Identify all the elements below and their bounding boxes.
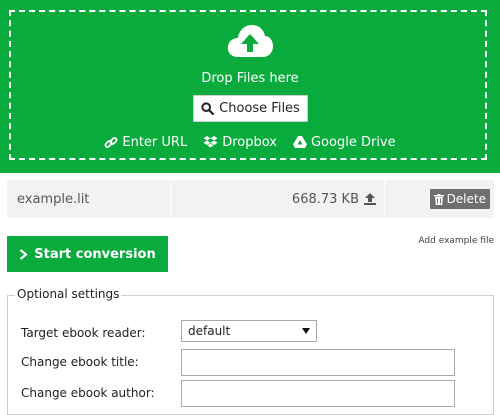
google-drive-link[interactable]: Google Drive bbox=[292, 135, 396, 150]
file-row: example.lit 668.73 KB Delete bbox=[7, 180, 494, 218]
dropbox-label: Dropbox bbox=[222, 135, 277, 150]
enter-url-link[interactable]: Enter URL bbox=[104, 135, 187, 150]
optional-settings-fieldset: Optional settings Target ebook reader: d… bbox=[7, 287, 494, 415]
upload-dropzone[interactable]: Drop Files here Choose Files Enter URL D… bbox=[0, 0, 500, 173]
google-drive-icon bbox=[292, 136, 307, 148]
dropdown-arrow-icon bbox=[302, 328, 310, 334]
author-label: Change ebook author: bbox=[21, 386, 155, 400]
dropbox-link[interactable]: Dropbox bbox=[203, 135, 277, 150]
target-reader-select[interactable]: default bbox=[181, 320, 317, 342]
target-reader-label: Target ebook reader: bbox=[21, 326, 146, 340]
dropbox-icon bbox=[203, 136, 218, 148]
search-icon bbox=[201, 102, 215, 115]
file-size: 668.73 KB bbox=[291, 191, 359, 207]
link-icon bbox=[104, 136, 118, 148]
cloud-upload-icon bbox=[227, 25, 273, 57]
file-name: example.lit bbox=[7, 180, 170, 218]
target-reader-row: Target ebook reader: default bbox=[8, 320, 493, 348]
add-example-file-link[interactable]: Add example file bbox=[418, 236, 494, 246]
chevron-right-icon bbox=[20, 248, 28, 260]
target-reader-value: default bbox=[188, 324, 231, 338]
file-actions: Delete bbox=[385, 180, 494, 218]
choose-files-button[interactable]: Choose Files bbox=[193, 95, 308, 122]
upload-sources: Enter URL Dropbox Google Drive bbox=[0, 135, 500, 150]
choose-files-label: Choose Files bbox=[219, 101, 300, 116]
optional-settings-legend: Optional settings bbox=[15, 287, 122, 301]
start-conversion-label: Start conversion bbox=[34, 246, 156, 262]
delete-button[interactable]: Delete bbox=[429, 189, 490, 209]
trash-icon bbox=[433, 193, 444, 205]
title-input[interactable] bbox=[181, 349, 455, 376]
author-input[interactable] bbox=[181, 380, 455, 407]
enter-url-label: Enter URL bbox=[122, 135, 188, 150]
start-conversion-button[interactable]: Start conversion bbox=[7, 236, 168, 272]
upload-icon bbox=[364, 193, 376, 205]
delete-label: Delete bbox=[446, 192, 486, 206]
file-size-cell: 668.73 KB bbox=[171, 180, 384, 218]
author-row: Change ebook author: bbox=[8, 380, 493, 408]
title-row: Change ebook title: bbox=[8, 349, 493, 377]
drop-files-text: Drop Files here bbox=[201, 71, 299, 86]
google-drive-label: Google Drive bbox=[310, 135, 396, 150]
title-label: Change ebook title: bbox=[21, 355, 139, 369]
